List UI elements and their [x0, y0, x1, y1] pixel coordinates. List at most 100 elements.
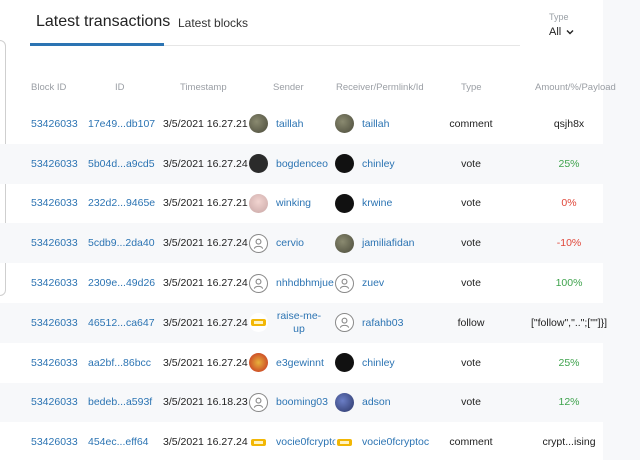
transaction-type: vote: [461, 157, 481, 170]
default-user-icon[interactable]: [249, 392, 268, 412]
block-id-link[interactable]: 53426033: [31, 383, 78, 423]
user-photo-icon[interactable]: [335, 392, 354, 412]
block-id-link[interactable]: 53426033: [31, 263, 78, 303]
column-header-amount: Amount/%/Payload: [535, 82, 616, 93]
transactions-table: 53426033 17e49...db107 3/5/2021 16.27.21 ta…: [0, 104, 640, 460]
sender-link[interactable]: winking: [276, 197, 311, 209]
user-logo-icon[interactable]: [335, 193, 354, 213]
block-id-link[interactable]: 53426033: [31, 303, 78, 343]
user-logo-icon[interactable]: [249, 313, 268, 333]
user-logo-icon[interactable]: [335, 432, 354, 452]
receiver-cell: chinley: [335, 144, 395, 184]
amount-payload: 25%: [558, 356, 580, 369]
receiver-link[interactable]: adson: [362, 396, 391, 408]
timestamp: 3/5/2021 16.27.24: [163, 157, 248, 170]
default-user-icon[interactable]: [249, 273, 268, 293]
sender-cell: cervio: [249, 223, 304, 263]
table-row: 53426033 17e49...db107 3/5/2021 16.27.21 ta…: [0, 104, 640, 144]
user-photo-icon[interactable]: [335, 114, 354, 134]
user-photo-icon[interactable]: [249, 193, 268, 213]
table-row: 53426033 2309e...49d26 3/5/2021 16.27.24 nh…: [0, 263, 640, 303]
block-id-link[interactable]: 53426033: [31, 223, 78, 263]
type-filter-value: All: [549, 26, 562, 38]
transaction-id-link[interactable]: 17e49...db107: [88, 104, 155, 144]
receiver-link[interactable]: chinley: [362, 158, 395, 170]
receiver-link[interactable]: taillah: [362, 118, 389, 130]
column-header-block-id: Block ID: [31, 82, 67, 93]
default-user-icon[interactable]: [335, 313, 354, 333]
receiver-link[interactable]: vocie0fcryptoc: [362, 436, 429, 448]
amount-payload: ["follow","..";[""]}]: [530, 316, 608, 329]
sender-cell: vocie0fcrypto: [249, 422, 338, 460]
sender-link[interactable]: e3gewinnt: [276, 357, 324, 369]
transaction-id-link[interactable]: bedeb...a593f: [88, 383, 152, 423]
default-user-icon[interactable]: [335, 273, 354, 293]
receiver-link[interactable]: jamiliafidan: [362, 237, 415, 249]
transaction-type: vote: [461, 277, 481, 290]
receiver-cell: chinley: [335, 343, 395, 383]
user-photo-icon[interactable]: [335, 154, 354, 174]
table-header: Block ID ID Timestamp Sender Receiver/Pe…: [0, 78, 640, 100]
transaction-type: vote: [461, 356, 481, 369]
tab-latest-transactions[interactable]: Latest transactions: [30, 0, 170, 46]
receiver-cell: zuev: [335, 263, 384, 303]
transaction-id-link[interactable]: 5b04d...a9cd5: [88, 144, 155, 184]
receiver-cell: vocie0fcryptoc: [335, 422, 429, 460]
timestamp: 3/5/2021 16.27.21: [163, 117, 248, 130]
type-filter-select[interactable]: All: [549, 26, 575, 38]
user-photo-icon[interactable]: [335, 233, 354, 253]
transaction-type: comment: [449, 117, 493, 130]
receiver-link[interactable]: zuev: [362, 277, 384, 289]
amount-payload: qsjh8x: [553, 117, 585, 130]
timestamp: 3/5/2021 16.27.24: [163, 316, 248, 329]
receiver-cell: krwine: [335, 184, 392, 224]
receiver-cell: taillah: [335, 104, 389, 144]
block-id-link[interactable]: 53426033: [31, 422, 78, 460]
transaction-id-link[interactable]: 232d2...9465e: [88, 184, 155, 224]
user-logo-icon[interactable]: [249, 432, 268, 452]
transaction-id-link[interactable]: aa2bf...86bcc: [88, 343, 151, 383]
user-photo-icon[interactable]: [249, 154, 268, 174]
user-photo-icon[interactable]: [335, 353, 354, 373]
timestamp: 3/5/2021 16.27.21: [163, 197, 248, 210]
sender-link[interactable]: raise-me-up: [274, 310, 324, 336]
transaction-id-link[interactable]: 5cdb9...2da40: [88, 223, 155, 263]
chevron-down-icon: [566, 30, 574, 35]
amount-payload: 12%: [558, 396, 580, 409]
transaction-type: vote: [461, 197, 481, 210]
transaction-id-link[interactable]: 454ec...eff64: [88, 422, 149, 460]
column-header-receiver: Receiver/Permlink/Id: [336, 82, 424, 93]
tab-latest-blocks[interactable]: Latest blocks: [178, 0, 248, 46]
receiver-link[interactable]: krwine: [362, 197, 392, 209]
transaction-id-link[interactable]: 46512...ca647: [88, 303, 155, 343]
block-id-link[interactable]: 53426033: [31, 343, 78, 383]
amount-payload: 25%: [558, 157, 580, 170]
sender-link[interactable]: vocie0fcrypto: [276, 436, 338, 448]
table-row: 53426033 aa2bf...86bcc 3/5/2021 16.27.24 e3…: [0, 343, 640, 383]
timestamp: 3/5/2021 16.18.23: [163, 396, 248, 409]
transaction-type: comment: [449, 436, 493, 449]
amount-payload: 100%: [555, 277, 583, 290]
transaction-id-link[interactable]: 2309e...49d26: [88, 263, 155, 303]
timestamp: 3/5/2021 16.27.24: [163, 436, 248, 449]
block-id-link[interactable]: 53426033: [31, 184, 78, 224]
sender-cell: booming03: [249, 383, 328, 423]
block-id-link[interactable]: 53426033: [31, 144, 78, 184]
sender-cell: taillah: [249, 104, 303, 144]
default-user-icon[interactable]: [249, 233, 268, 253]
sender-link[interactable]: taillah: [276, 118, 303, 130]
user-photo-icon[interactable]: [249, 114, 268, 134]
timestamp: 3/5/2021 16.27.24: [163, 356, 248, 369]
block-id-link[interactable]: 53426033: [31, 104, 78, 144]
receiver-link[interactable]: chinley: [362, 357, 395, 369]
sender-link[interactable]: cervio: [276, 237, 304, 249]
amount-payload: 0%: [561, 197, 577, 210]
column-header-id: ID: [115, 82, 125, 93]
sender-link[interactable]: booming03: [276, 396, 328, 408]
sender-cell: raise-me-up: [249, 303, 324, 343]
sender-link[interactable]: nhhdbhmjue: [276, 277, 334, 289]
user-logo-icon[interactable]: [249, 353, 268, 373]
receiver-link[interactable]: rafahb03: [362, 317, 403, 329]
type-filter[interactable]: Type All: [549, 12, 575, 38]
sender-link[interactable]: bogdenceo: [276, 158, 328, 170]
